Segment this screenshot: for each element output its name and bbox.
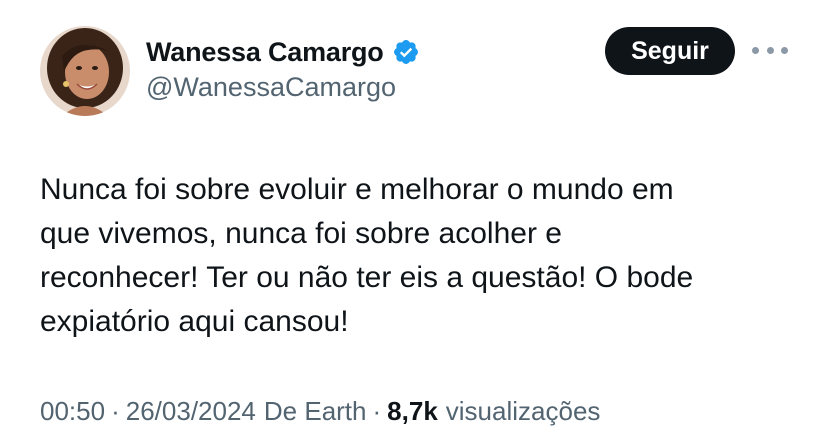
meta-separator: · <box>372 396 382 426</box>
tweet-text: Nunca foi sobre evoluir e melhorar o mun… <box>40 173 694 338</box>
author-display-name[interactable]: Wanessa Camargo <box>146 37 384 68</box>
views-label[interactable]: visualizações <box>446 396 601 427</box>
more-dot <box>766 46 774 54</box>
tweet-meta: 00:50 · 26/03/2024 De Earth · 8,7k visua… <box>40 396 600 427</box>
profile-photo <box>40 26 130 116</box>
tweet-time[interactable]: 00:50 <box>40 396 105 427</box>
more-dot <box>781 46 788 54</box>
verified-badge-icon <box>392 38 420 66</box>
meta-separator: · <box>111 396 120 426</box>
tweet-source: De Earth <box>263 396 367 426</box>
more-options-icon[interactable] <box>752 38 788 62</box>
author-name-row: Wanessa Camargo <box>146 34 420 70</box>
follow-button[interactable]: Seguir <box>605 27 735 75</box>
tweet-date[interactable]: 26/03/2024 <box>126 396 256 427</box>
author-handle[interactable]: @WanessaCamargo <box>146 72 396 103</box>
more-dot <box>752 46 759 54</box>
author-avatar[interactable] <box>40 26 130 116</box>
tweet-card: Wanessa Camargo @WanessaCamargo Seguir N… <box>0 0 828 442</box>
views-count[interactable]: 8,7k <box>387 396 438 427</box>
